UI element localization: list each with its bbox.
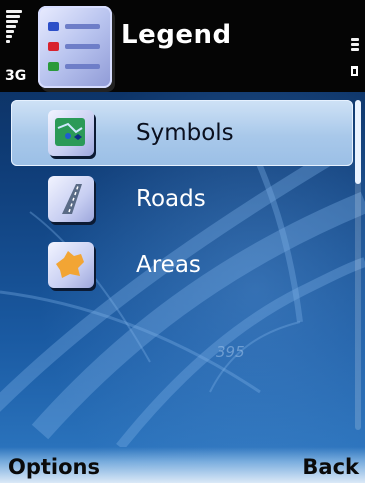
back-softkey[interactable]: Back — [302, 455, 359, 479]
map-number-label: 395 — [216, 343, 245, 361]
area-icon — [48, 242, 94, 288]
network-type-label: 3G — [5, 68, 27, 84]
road-icon — [48, 176, 94, 222]
battery-icon — [351, 66, 358, 76]
symbols-map-icon — [48, 110, 94, 156]
list-item-label: Areas — [136, 252, 201, 278]
battery-level-icon — [351, 38, 359, 76]
list-item-roads[interactable]: Roads — [0, 166, 355, 232]
list-item-areas[interactable]: Areas — [0, 232, 355, 298]
signal-strength-icon — [6, 10, 22, 45]
softkey-bar: Options Back — [0, 447, 365, 483]
list-item-label: Symbols — [136, 120, 234, 146]
legend-screen: 395 3G Legend Symbols Roads Areas Option… — [0, 0, 365, 483]
scrollbar-thumb[interactable] — [355, 100, 361, 184]
status-header: 3G Legend — [0, 0, 365, 92]
legend-list: Symbols Roads Areas — [0, 100, 355, 298]
list-item-symbols[interactable]: Symbols — [11, 100, 353, 166]
legend-app-icon — [38, 6, 112, 88]
scrollbar[interactable] — [355, 100, 361, 430]
options-softkey[interactable]: Options — [8, 455, 100, 479]
list-item-label: Roads — [136, 186, 206, 212]
page-title: Legend — [121, 20, 232, 50]
